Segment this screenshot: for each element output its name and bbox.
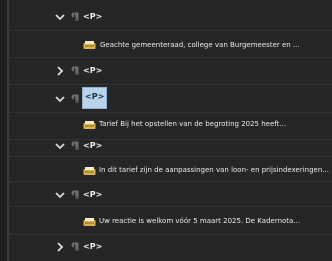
panel-gutter bbox=[0, 0, 9, 261]
tag-label: <P> bbox=[83, 12, 103, 21]
chevron-down-icon[interactable] bbox=[54, 11, 66, 23]
paragraph-icon bbox=[71, 66, 79, 75]
paragraph-icon bbox=[71, 141, 79, 150]
tree-row-content[interactable]: In dit tarief zijn de aanpassingen van l… bbox=[9, 157, 332, 182]
tree-row-content[interactable]: Geachte gemeenteraad, college van Burgem… bbox=[9, 31, 332, 58]
tree-row-content[interactable]: Uw reactie is welkom vóór 5 maart 2025. … bbox=[9, 207, 332, 235]
tag-label: <P> bbox=[83, 242, 103, 251]
chevron-right-icon[interactable] bbox=[54, 65, 66, 77]
content-text: In dit tarief zijn de aanpassingen van l… bbox=[99, 166, 329, 174]
paragraph-icon bbox=[71, 12, 79, 21]
tag-label: <P> bbox=[83, 141, 103, 150]
text-content-icon bbox=[83, 121, 96, 129]
content-text: Tarief Bij het opstellen van de begrotin… bbox=[99, 120, 287, 128]
paragraph-icon bbox=[71, 94, 79, 103]
content-text: Uw reactie is welkom vóór 5 maart 2025. … bbox=[99, 217, 301, 225]
chevron-right-icon[interactable] bbox=[54, 241, 66, 253]
chevron-down-icon[interactable] bbox=[54, 93, 66, 105]
tree-row-tag[interactable]: <P> bbox=[9, 182, 332, 207]
text-content-icon bbox=[83, 41, 96, 49]
tree-row-tag[interactable]: <P> bbox=[9, 235, 332, 261]
paragraph-icon bbox=[71, 190, 79, 199]
text-content-icon bbox=[83, 218, 96, 226]
chevron-down-icon[interactable] bbox=[54, 140, 66, 152]
chevron-down-icon[interactable] bbox=[54, 189, 66, 201]
tag-label: <P> bbox=[83, 66, 103, 75]
content-text: Geachte gemeenteraad, college van Burgem… bbox=[100, 41, 300, 49]
text-content-icon bbox=[83, 167, 96, 175]
tag-label: <P> bbox=[83, 190, 103, 199]
tag-label-selected[interactable]: <P> bbox=[81, 87, 108, 109]
tree-row-tag[interactable]: <P> bbox=[9, 133, 332, 157]
tree-row-tag[interactable]: <P> bbox=[9, 58, 332, 85]
paragraph-icon bbox=[71, 242, 79, 251]
tree-row-tag-selected[interactable]: <P> bbox=[9, 85, 332, 113]
tags-panel: <P> Geachte gemeenteraad, college van Bu… bbox=[0, 0, 332, 261]
tree-row-tag[interactable]: <P> bbox=[9, 4, 332, 31]
